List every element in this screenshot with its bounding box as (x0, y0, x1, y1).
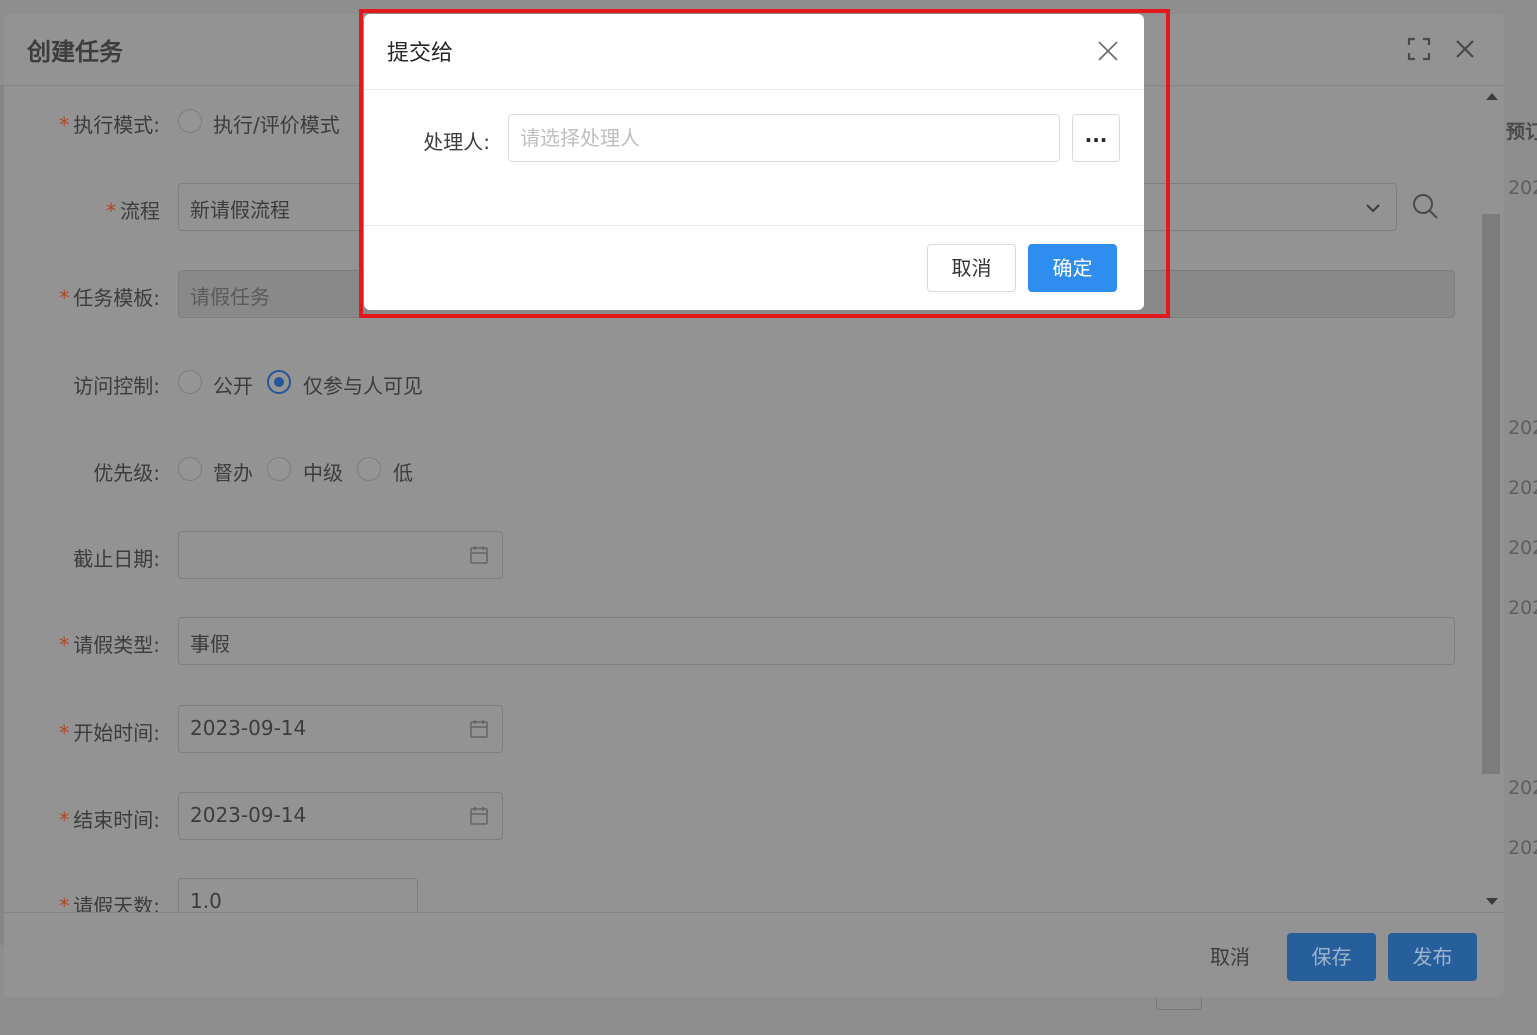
submit-to-modal: 提交给 处理人: ... 取消 确定 (364, 14, 1144, 310)
background-cell: 202 (1508, 777, 1537, 799)
end-time-date-picker[interactable]: 2023-09-14 (178, 792, 503, 840)
access-row: 访问控制: 公开 仅参与人可见 (4, 358, 1480, 406)
create-task-title: 创建任务 (27, 38, 123, 66)
scroll-down-arrow-icon[interactable] (1486, 898, 1498, 905)
start-time-value: 2023-09-14 (190, 716, 307, 740)
form-scrollbar[interactable] (1482, 87, 1502, 913)
modal-confirm-button[interactable]: 确定 (1028, 244, 1117, 292)
fullscreen-icon[interactable] (1406, 36, 1432, 62)
submit-to-footer: 取消 确定 (364, 225, 1144, 310)
priority-label: 优先级: (93, 461, 160, 485)
background-cell: 202 (1508, 597, 1537, 619)
background-cell: 202 (1508, 477, 1537, 499)
end-time-row: * 结束时间: 2023-09-14 (4, 792, 1480, 840)
priority-urgent-label[interactable]: 督办 (213, 457, 253, 486)
required-mark: * (59, 286, 70, 310)
deadline-label: 截止日期: (73, 547, 160, 571)
handler-input[interactable] (508, 114, 1060, 162)
select-handler-button[interactable]: ... (1072, 114, 1120, 162)
exec-mode-label: * 执行模式: (59, 113, 160, 137)
close-icon[interactable] (1452, 36, 1478, 62)
leave-days-label: * 请假天数: (59, 890, 160, 913)
leave-type-row: * 请假类型: 事假 (4, 617, 1480, 665)
handler-label: 处理人: (423, 130, 490, 154)
start-time-date-picker[interactable]: 2023-09-14 (178, 705, 503, 753)
required-mark: * (59, 808, 70, 832)
priority-urgent-radio[interactable] (178, 457, 202, 481)
access-participants-radio[interactable] (267, 370, 291, 394)
access-public-label[interactable]: 公开 (213, 370, 253, 399)
priority-row: 优先级: 督办 中级 低 (4, 445, 1480, 493)
priority-low-label[interactable]: 低 (393, 457, 413, 486)
required-mark: * (59, 721, 70, 745)
background-cell: 202 (1508, 837, 1537, 859)
process-label: * 流程 (106, 199, 160, 223)
submit-to-header: 提交给 (364, 14, 1144, 90)
background-cell: 202 (1508, 537, 1537, 559)
required-mark: * (59, 894, 70, 913)
template-label: * 任务模板: (59, 286, 160, 310)
calendar-icon (470, 546, 488, 564)
end-time-value: 2023-09-14 (190, 803, 307, 827)
calendar-icon (470, 720, 488, 738)
priority-mid-radio[interactable] (267, 457, 291, 481)
leave-days-input[interactable]: 1.0 (178, 878, 418, 913)
submit-to-body: 处理人: ... (364, 90, 1144, 226)
access-participants-label[interactable]: 仅参与人可见 (303, 370, 423, 399)
save-button[interactable]: 保存 (1287, 933, 1376, 981)
leave-days-row: * 请假天数: 1.0 (4, 878, 1480, 913)
exec-mode-radio[interactable] (178, 109, 202, 133)
required-mark: * (59, 113, 70, 137)
background-pagination-item (1156, 996, 1202, 1010)
publish-button[interactable]: 发布 (1388, 933, 1477, 981)
background-cell: 202 (1508, 177, 1537, 199)
required-mark: * (106, 199, 116, 223)
exec-mode-option-label[interactable]: 执行/评价模式 (213, 109, 340, 138)
create-task-footer: 取消 保存 发布 (4, 912, 1504, 997)
scroll-thumb[interactable] (1482, 214, 1500, 774)
required-mark: * (59, 633, 70, 657)
search-icon[interactable] (1410, 191, 1440, 221)
background-table-column: 预订 202 202 202 202 202 202 202 (1500, 85, 1537, 955)
access-public-radio[interactable] (178, 370, 202, 394)
modal-cancel-button[interactable]: 取消 (927, 244, 1016, 292)
close-icon[interactable] (1096, 39, 1120, 63)
deadline-date-picker[interactable] (178, 531, 503, 579)
start-time-row: * 开始时间: 2023-09-14 (4, 705, 1480, 753)
cancel-button[interactable]: 取消 (1190, 933, 1270, 981)
leave-type-input[interactable]: 事假 (178, 617, 1455, 665)
priority-low-radio[interactable] (357, 457, 381, 481)
scroll-up-arrow-icon[interactable] (1486, 93, 1498, 100)
start-time-label: * 开始时间: (59, 721, 160, 745)
background-column-header: 预订 (1506, 121, 1537, 143)
background-cell: 202 (1508, 417, 1537, 439)
deadline-row: 截止日期: (4, 531, 1480, 579)
end-time-label: * 结束时间: (59, 808, 160, 832)
priority-mid-label[interactable]: 中级 (303, 457, 343, 486)
calendar-icon (470, 807, 488, 825)
access-label: 访问控制: (73, 374, 160, 398)
process-select-value: 新请假流程 (190, 198, 290, 222)
chevron-down-icon (1366, 204, 1380, 213)
submit-to-title: 提交给 (387, 41, 454, 66)
leave-type-label: * 请假类型: (59, 633, 160, 657)
